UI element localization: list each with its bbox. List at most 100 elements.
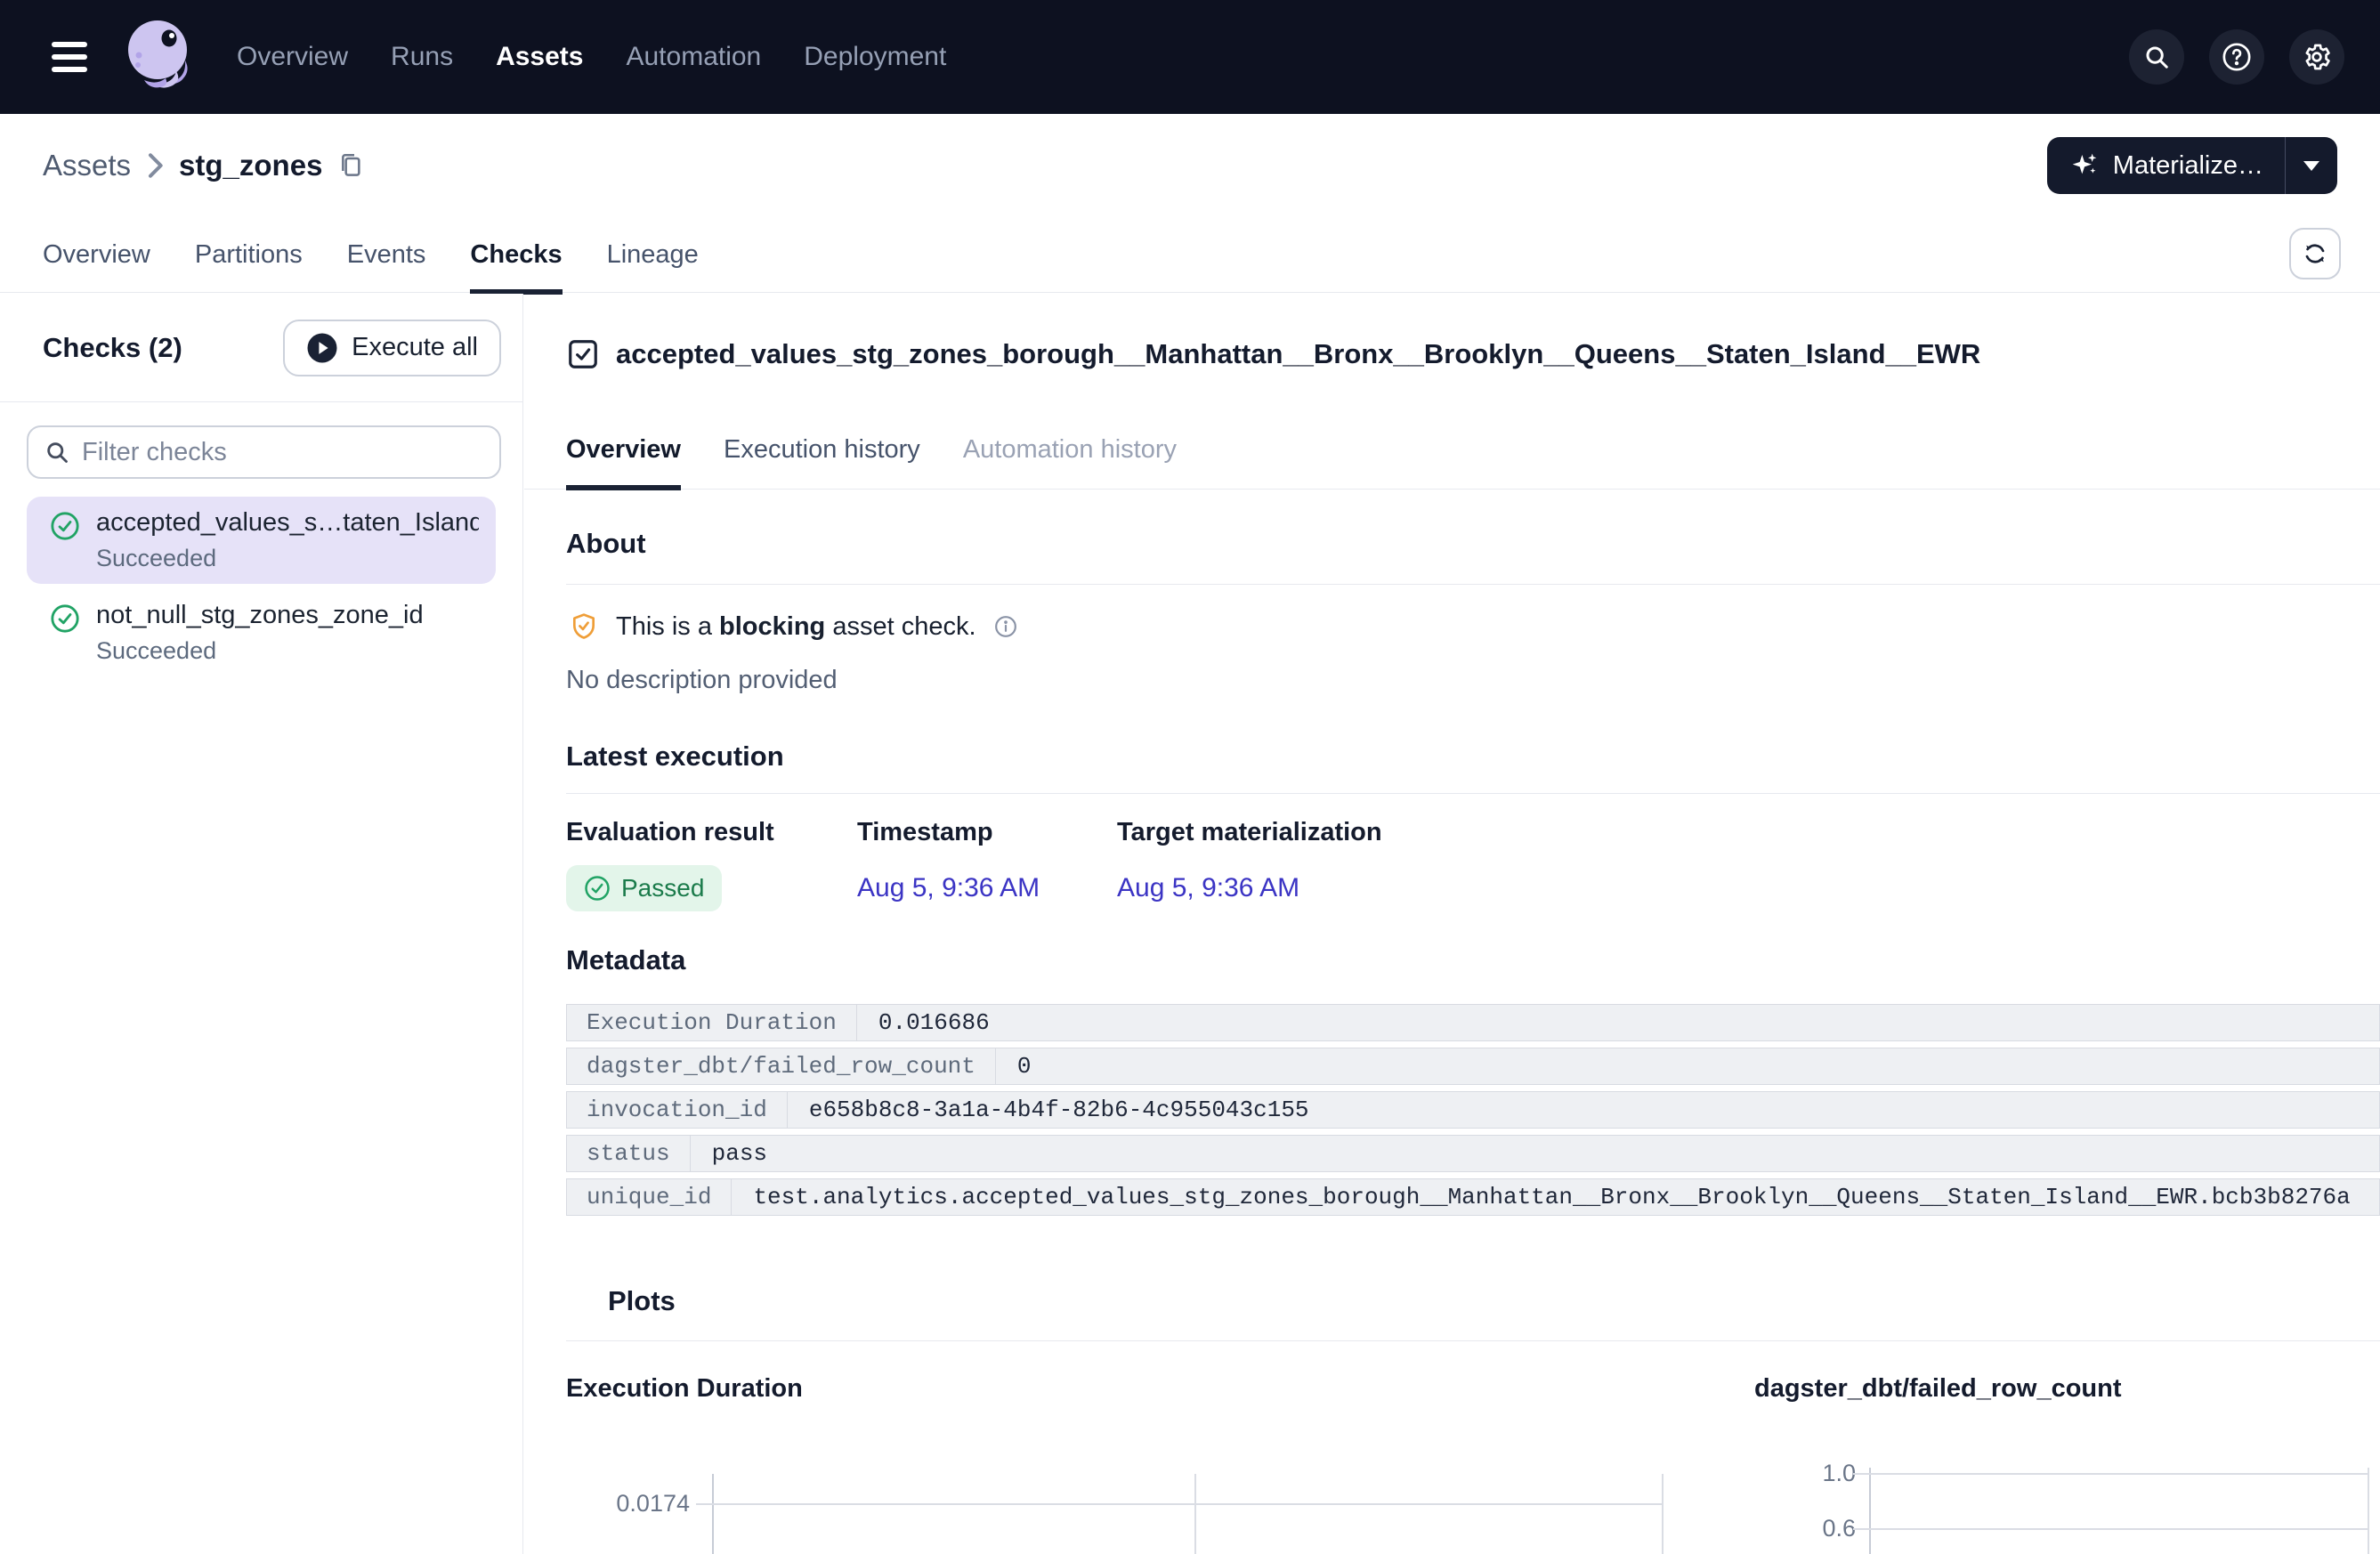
copy-asset-name-button[interactable] [336, 151, 365, 180]
section-divider [566, 584, 2380, 585]
tab-overview[interactable]: Overview [43, 217, 150, 293]
metadata-heading: Metadata [566, 943, 2380, 977]
materialize-button[interactable]: Materialize… [2047, 137, 2285, 194]
latest-execution-columns: Evaluation result Timestamp Target mater… [566, 817, 2380, 847]
check-status: Succeeded [96, 545, 479, 572]
plots-heading: Plots [608, 1284, 676, 1318]
info-icon[interactable] [994, 615, 1017, 638]
search-button[interactable] [2129, 29, 2184, 85]
tab-partitions[interactable]: Partitions [195, 217, 303, 293]
nav-actions [2129, 29, 2344, 85]
chevron-right-icon [145, 152, 165, 179]
asset-check-icon [566, 337, 600, 371]
materialize-dropdown-button[interactable] [2286, 137, 2337, 194]
sparkle-icon [2070, 151, 2099, 180]
play-circle-icon [306, 332, 338, 364]
primary-nav: Overview Runs Assets Automation Deployme… [237, 42, 946, 72]
metadata-key: unique_id [567, 1179, 732, 1215]
check-list-item-not-null[interactable]: not_null_stg_zones_zone_id Succeeded [27, 589, 496, 676]
gridline [1194, 1474, 1196, 1554]
help-icon [2222, 42, 2252, 72]
shield-check-icon [570, 611, 598, 642]
execute-all-label: Execute all [352, 333, 478, 362]
timestamp-link[interactable]: Aug 5, 9:36 AM [857, 873, 1040, 902]
copy-icon [336, 151, 365, 180]
nav-item-assets[interactable]: Assets [496, 42, 583, 72]
metadata-value: pass [691, 1136, 2379, 1171]
check-detail-tabs: Overview Execution history Automation hi… [524, 434, 2380, 490]
metadata-key: invocation_id [567, 1092, 788, 1128]
y-tick-label: 0.6 [1749, 1514, 1856, 1542]
top-nav: Overview Runs Assets Automation Deployme… [0, 0, 2380, 114]
plots-section: Plots Execution Duration dagster_dbt/fai… [524, 1284, 2380, 1554]
nav-item-deployment[interactable]: Deployment [804, 42, 946, 72]
gridline [2368, 1468, 2369, 1554]
nav-item-automation[interactable]: Automation [626, 42, 761, 72]
breadcrumb-assets-link[interactable]: Assets [43, 149, 131, 182]
check-circle-icon [584, 875, 611, 902]
check-status: Succeeded [96, 637, 424, 665]
blocking-note: This is a blocking asset check. [570, 611, 2380, 642]
dagster-logo-icon[interactable] [119, 16, 196, 98]
col-evaluation-result: Evaluation result [566, 817, 857, 847]
table-row: invocation_id e658b8c8-3a1a-4b4f-82b6-4c… [566, 1091, 2380, 1129]
help-button[interactable] [2209, 29, 2264, 85]
hamburger-menu-icon[interactable] [52, 42, 87, 72]
asset-tabs: Overview Partitions Events Checks Lineag… [0, 217, 2380, 293]
table-row: status pass [566, 1135, 2380, 1172]
tab-check-overview[interactable]: Overview [566, 434, 681, 489]
search-icon [2143, 44, 2170, 70]
settings-button[interactable] [2289, 29, 2344, 85]
checks-sidebar: Checks (2) Execute all accepted_values_s… [0, 294, 523, 1554]
tab-events[interactable]: Events [347, 217, 426, 293]
metadata-key: Execution Duration [567, 1005, 857, 1040]
asset-name: stg_zones [179, 149, 322, 182]
gridline [696, 1503, 1664, 1505]
tab-automation-history[interactable]: Automation history [963, 434, 1177, 489]
execute-all-button[interactable]: Execute all [283, 320, 501, 376]
tab-checks[interactable]: Checks [470, 217, 562, 293]
metadata-value: 0.016686 [857, 1005, 2379, 1040]
about-heading: About [566, 527, 2380, 561]
chart-title-execution-duration: Execution Duration [566, 1374, 803, 1404]
filter-checks-box [27, 425, 501, 479]
search-icon [45, 440, 69, 465]
latest-execution-values: Passed Aug 5, 9:36 AM Aug 5, 9:36 AM [566, 865, 2380, 911]
target-materialization-link[interactable]: Aug 5, 9:36 AM [1117, 873, 1299, 902]
filter-checks-input[interactable] [82, 438, 483, 467]
check-name: accepted_values_s…taten_Island_ [96, 508, 479, 538]
gridline [1662, 1474, 1664, 1554]
materialize-split-button: Materialize… [2047, 137, 2337, 194]
check-name: not_null_stg_zones_zone_id [96, 601, 424, 630]
materialize-label: Materialize… [2113, 151, 2263, 181]
nav-item-runs[interactable]: Runs [391, 42, 453, 72]
tab-execution-history[interactable]: Execution history [724, 434, 920, 489]
metadata-table: Execution Duration 0.016686 dagster_dbt/… [566, 1004, 2380, 1216]
chevron-down-icon [2303, 161, 2319, 171]
asset-header: Assets stg_zones Materialize… [0, 114, 2380, 217]
table-row: unique_id test.analytics.accepted_values… [566, 1178, 2380, 1216]
metadata-value: 0 [996, 1048, 2379, 1084]
gridline [1853, 1473, 2369, 1475]
y-tick-label: 0.0174 [565, 1489, 690, 1518]
check-detail-panel: accepted_values_stg_zones_borough__Manha… [524, 294, 2380, 1554]
section-divider [566, 793, 2380, 794]
check-list: accepted_values_s…taten_Island_ Succeede… [0, 497, 522, 676]
check-circle-icon [50, 603, 80, 634]
checks-sidebar-header: Checks (2) Execute all [0, 294, 522, 402]
no-description-text: No description provided [566, 665, 2380, 695]
check-title: accepted_values_stg_zones_borough__Manha… [616, 338, 1980, 370]
y-tick-label: 1.0 [1749, 1459, 1856, 1487]
tab-lineage[interactable]: Lineage [607, 217, 699, 293]
passed-status-badge: Passed [566, 865, 722, 911]
refresh-button[interactable] [2289, 228, 2341, 279]
breadcrumb: Assets stg_zones [43, 149, 365, 182]
checks-count-title: Checks (2) [43, 332, 182, 364]
latest-execution-heading: Latest execution [566, 740, 2380, 773]
check-list-item-accepted-values[interactable]: accepted_values_s…taten_Island_ Succeede… [27, 497, 496, 584]
metadata-value: e658b8c8-3a1a-4b4f-82b6-4c955043c155 [788, 1092, 2379, 1128]
metadata-value: test.analytics.accepted_values_stg_zones… [732, 1179, 2379, 1215]
check-circle-icon [50, 511, 80, 541]
nav-item-overview[interactable]: Overview [237, 42, 348, 72]
section-divider [566, 1340, 2380, 1341]
